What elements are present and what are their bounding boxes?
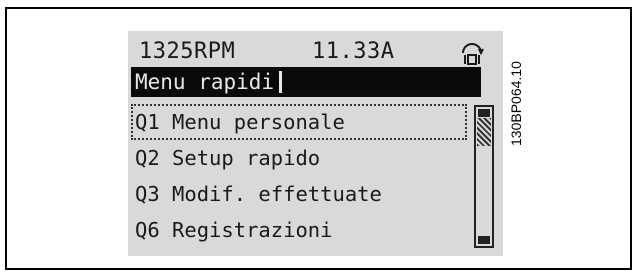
figure-code-text: 130BP064.10 (508, 61, 524, 146)
speed-readout: 1325RPM (139, 39, 236, 64)
scrollbar[interactable] (474, 105, 494, 248)
current-readout: 11.33A (312, 39, 395, 64)
setup-indicator-icon (462, 43, 484, 65)
scroll-up-icon[interactable] (478, 109, 490, 117)
menu-title-bar: Menu rapidi (131, 67, 481, 97)
figure-code: 130BP064.10 (508, 26, 528, 146)
menu-item-q1[interactable]: Q1 Menu personale (131, 104, 467, 140)
status-line: 1325RPM 11.33A (135, 37, 485, 67)
menu-item-q3[interactable]: Q3 Modif. effettuate (131, 176, 467, 212)
scroll-thumb[interactable] (477, 118, 491, 146)
menu-title: Menu rapidi (135, 70, 275, 94)
scroll-down-icon[interactable] (478, 236, 490, 244)
quick-menu-list: Q1 Menu personale Q2 Setup rapido Q3 Mod… (131, 104, 467, 248)
title-cursor (279, 71, 282, 93)
menu-item-q2[interactable]: Q2 Setup rapido (131, 140, 467, 176)
menu-item-q6[interactable]: Q6 Registrazioni (131, 212, 467, 248)
